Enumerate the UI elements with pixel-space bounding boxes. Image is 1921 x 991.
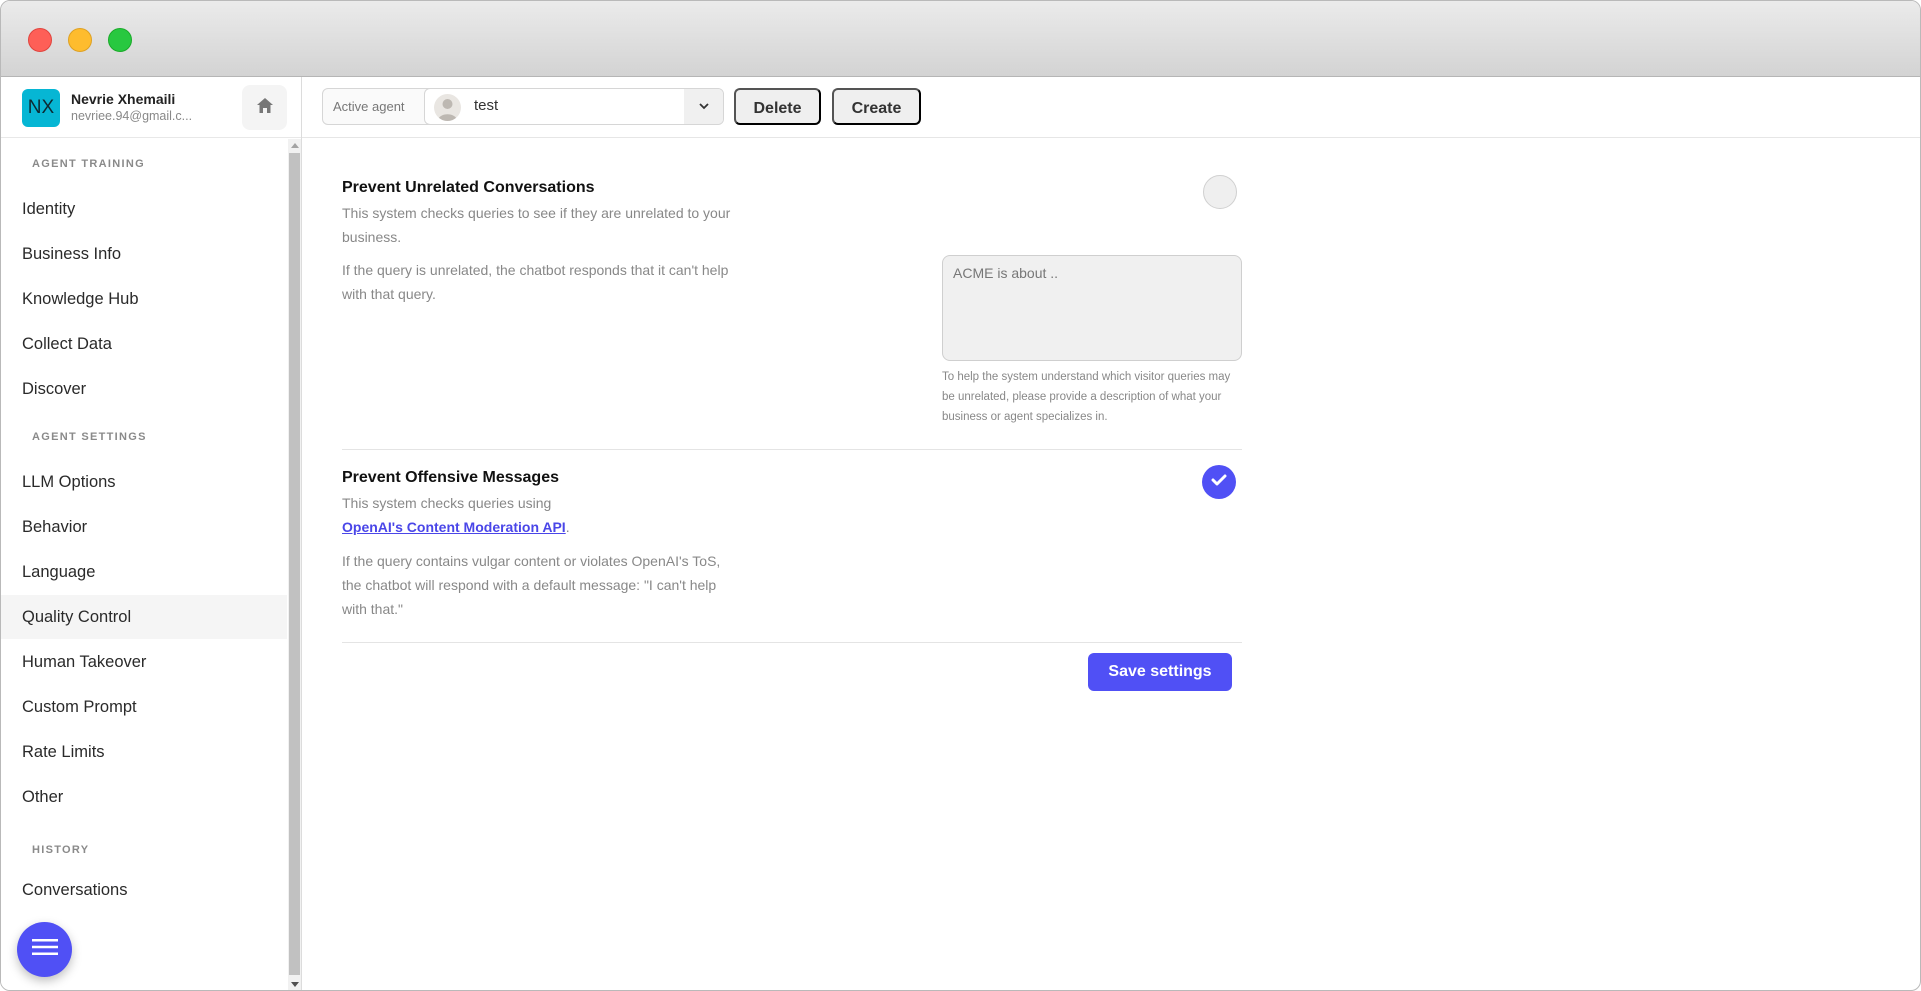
active-agent-label: Active agent [333, 99, 405, 114]
sidebar-item-rate-limits[interactable]: Rate Limits [1, 730, 287, 774]
offensive-title: Prevent Offensive Messages [342, 469, 559, 486]
business-description-help: To help the system understand which visi… [942, 371, 1231, 423]
sidebar-scrollbar[interactable] [288, 139, 301, 990]
sidebar-item-other[interactable]: Other [1, 775, 287, 819]
sidebar-item-llm-options[interactable]: LLM Options [1, 460, 287, 504]
sidebar-item-quality-control[interactable]: Quality Control [1, 595, 287, 639]
section-divider [342, 449, 1242, 450]
unrelated-toggle[interactable] [1203, 175, 1237, 209]
offensive-description-suffix: . [565, 519, 570, 535]
scroll-down-arrow-icon[interactable] [291, 982, 299, 987]
content-moderation-api-link[interactable]: OpenAI's Content Moderation API [342, 519, 566, 535]
unrelated-description: This system checks queries to see if the… [342, 205, 731, 245]
save-settings-button[interactable]: Save settings [1088, 653, 1232, 691]
close-window-button[interactable] [28, 28, 52, 52]
agent-avatar-icon [434, 94, 461, 121]
sidebar-item-knowledge-hub[interactable]: Knowledge Hub [1, 277, 287, 321]
offensive-description-prefix: This system checks queries using [342, 495, 552, 511]
offensive-description: This system checks queries using OpenAI'… [342, 491, 592, 539]
delete-agent-button[interactable]: Delete [734, 88, 821, 125]
sidebar-item-business-info[interactable]: Business Info [1, 232, 287, 276]
scroll-up-arrow-icon[interactable] [291, 143, 299, 148]
user-name: Nevrie Xhemaili [71, 91, 176, 107]
sidebar-item-custom-prompt[interactable]: Custom Prompt [1, 685, 287, 729]
maximize-window-button[interactable] [108, 28, 132, 52]
user-profile[interactable]: NX Nevrie Xhemaili nevriee.94@gmail.c... [1, 77, 301, 138]
sidebar-item-collect-data[interactable]: Collect Data [1, 322, 287, 366]
section-divider [342, 642, 1242, 643]
top-header: Active agent test Delete Create [302, 77, 1920, 138]
scrollbar-thumb[interactable] [289, 153, 300, 975]
menu-fab-button[interactable] [17, 922, 72, 977]
sidebar-item-human-takeover[interactable]: Human Takeover [1, 640, 287, 684]
user-email: nevriee.94@gmail.c... [71, 109, 191, 123]
section-label-agent-settings: AGENT SETTINGS [32, 431, 147, 443]
section-label-agent-training: AGENT TRAINING [32, 158, 145, 170]
selected-agent-name: test [474, 97, 499, 114]
sidebar: NX Nevrie Xhemaili nevriee.94@gmail.c...… [1, 77, 302, 990]
unrelated-detail: If the query is unrelated, the chatbot r… [342, 262, 729, 302]
agent-select-dropdown[interactable]: test [424, 88, 724, 125]
offensive-detail: If the query contains vulgar content or … [342, 553, 721, 617]
active-agent-selector: Active agent test [322, 88, 724, 125]
home-icon [256, 97, 273, 118]
avatar: NX [22, 89, 60, 127]
offensive-toggle[interactable] [1202, 465, 1236, 499]
title-bar [1, 1, 1920, 77]
app-window: NX Nevrie Xhemaili nevriee.94@gmail.c...… [0, 0, 1921, 991]
section-label-history: HISTORY [32, 844, 90, 856]
sidebar-item-identity[interactable]: Identity [1, 187, 287, 231]
checkmark-icon [1211, 473, 1227, 491]
sidebar-nav: AGENT TRAINING Identity Business Info Kn… [1, 138, 287, 990]
sidebar-item-conversations[interactable]: Conversations [1, 868, 287, 912]
home-button[interactable] [242, 85, 287, 130]
unrelated-title: Prevent Unrelated Conversations [342, 179, 595, 196]
minimize-window-button[interactable] [68, 28, 92, 52]
chevron-down-icon[interactable] [684, 89, 723, 124]
sidebar-item-behavior[interactable]: Behavior [1, 505, 287, 549]
business-description-textarea[interactable] [942, 255, 1242, 361]
hamburger-menu-icon [31, 938, 58, 961]
sidebar-item-discover[interactable]: Discover [1, 367, 287, 411]
sidebar-item-language[interactable]: Language [1, 550, 287, 594]
create-agent-button[interactable]: Create [832, 88, 921, 125]
